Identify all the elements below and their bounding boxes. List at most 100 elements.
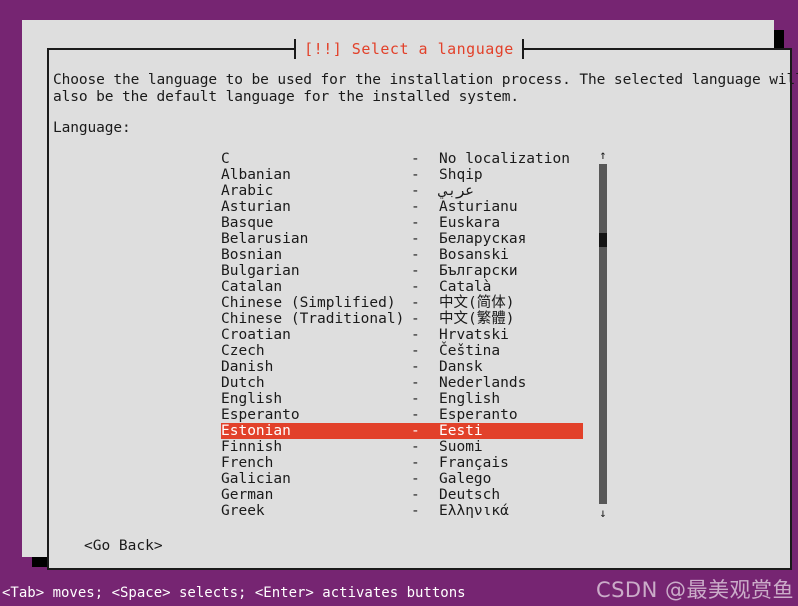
- scroll-down-arrow-icon[interactable]: ↓: [594, 506, 612, 520]
- language-separator: -: [411, 263, 420, 279]
- language-native-name: Shqip: [439, 167, 483, 183]
- language-list-item[interactable]: Arabic - عربي: [221, 183, 583, 199]
- language-list-item[interactable]: Greek - Ελληνικά: [221, 503, 583, 519]
- language-native-name: Suomi: [439, 439, 483, 455]
- scroll-up-arrow-icon[interactable]: ↑: [594, 148, 612, 162]
- language-name: Dutch: [221, 375, 265, 391]
- language-native-name: Nederlands: [439, 375, 527, 391]
- language-native-name: Asturianu: [439, 199, 518, 215]
- language-list-item[interactable]: Esperanto - Esperanto: [221, 407, 583, 423]
- language-native-name: No localization: [439, 151, 570, 167]
- language-native-name: Galego: [439, 471, 492, 487]
- language-field-label: Language:: [53, 120, 131, 136]
- language-name: Catalan: [221, 279, 283, 295]
- language-native-name: English: [439, 391, 501, 407]
- language-native-name: Беларуская: [439, 231, 527, 247]
- language-native-name: عربي: [439, 183, 474, 199]
- language-separator: -: [411, 199, 420, 215]
- language-native-name: Euskara: [439, 215, 501, 231]
- language-name: Basque: [221, 215, 274, 231]
- language-separator: -: [411, 471, 420, 487]
- language-name: Albanian: [221, 167, 291, 183]
- description-line-1: Choose the language to be used for the i…: [53, 72, 798, 88]
- go-back-button[interactable]: <Go Back>: [84, 538, 163, 554]
- language-name: Chinese (Traditional): [221, 311, 405, 327]
- language-list-item[interactable]: Croatian - Hrvatski: [221, 327, 583, 343]
- language-separator: -: [411, 439, 420, 455]
- language-separator: -: [411, 327, 420, 343]
- language-list-item[interactable]: Galician - Galego: [221, 471, 583, 487]
- language-list-item[interactable]: Chinese (Traditional) - 中文(繁體): [221, 311, 583, 327]
- language-name: Chinese (Simplified): [221, 295, 396, 311]
- language-name: French: [221, 455, 274, 471]
- language-separator: -: [411, 167, 420, 183]
- language-list-item[interactable]: Belarusian - Беларуская: [221, 231, 583, 247]
- language-separator: -: [411, 455, 420, 471]
- language-separator: -: [411, 407, 420, 423]
- language-list-item[interactable]: Danish - Dansk: [221, 359, 583, 375]
- language-name: Bulgarian: [221, 263, 300, 279]
- language-list-item[interactable]: Czech - Čeština: [221, 343, 583, 359]
- watermark: CSDN @最美观赏鱼: [595, 578, 794, 602]
- language-native-name: Català: [439, 279, 492, 295]
- language-separator: -: [411, 295, 420, 311]
- language-list-item[interactable]: Albanian - Shqip: [221, 167, 583, 183]
- language-native-name: 中文(繁體): [439, 311, 515, 327]
- language-native-name: Български: [439, 263, 518, 279]
- language-name: Belarusian: [221, 231, 309, 247]
- language-native-name: Bosanski: [439, 247, 509, 263]
- language-native-name: Eesti: [439, 423, 483, 439]
- language-list-item[interactable]: Estonian - Eesti: [221, 423, 583, 439]
- language-separator: -: [411, 311, 420, 327]
- scrollbar-thumb[interactable]: [599, 233, 607, 247]
- language-list-item[interactable]: Finnish - Suomi: [221, 439, 583, 455]
- language-name: German: [221, 487, 274, 503]
- language-list-item[interactable]: French - Français: [221, 455, 583, 471]
- language-native-name: Čeština: [439, 343, 501, 359]
- language-name: English: [221, 391, 283, 407]
- language-separator: -: [411, 343, 420, 359]
- installer-dialog: [!!] Select a language Choose the langua…: [22, 20, 798, 570]
- language-name: Croatian: [221, 327, 291, 343]
- language-name: Finnish: [221, 439, 283, 455]
- language-native-name: Dansk: [439, 359, 483, 375]
- language-list-item[interactable]: German - Deutsch: [221, 487, 583, 503]
- language-list-item[interactable]: English - English: [221, 391, 583, 407]
- language-list-item[interactable]: Dutch - Nederlands: [221, 375, 583, 391]
- language-name: Bosnian: [221, 247, 283, 263]
- language-separator: -: [411, 183, 420, 199]
- language-name: Asturian: [221, 199, 291, 215]
- language-separator: -: [411, 423, 420, 439]
- language-list-item[interactable]: Bosnian - Bosanski: [221, 247, 583, 263]
- language-name: C: [221, 151, 230, 167]
- language-native-name: Esperanto: [439, 407, 518, 423]
- keyboard-hint-text: <Tab> moves; <Space> selects; <Enter> ac…: [2, 585, 466, 601]
- language-native-name: Ελληνικά: [439, 503, 509, 519]
- language-list-item[interactable]: Basque - Euskara: [221, 215, 583, 231]
- language-separator: -: [411, 375, 420, 391]
- language-list-item[interactable]: Bulgarian - Български: [221, 263, 583, 279]
- language-name: Esperanto: [221, 407, 300, 423]
- language-list-item[interactable]: Catalan - Català: [221, 279, 583, 295]
- description-line-2: also be the default language for the ins…: [53, 89, 520, 105]
- language-separator: -: [411, 279, 420, 295]
- language-list-item[interactable]: Chinese (Simplified) - 中文(简体): [221, 295, 583, 311]
- language-list-item[interactable]: Asturian - Asturianu: [221, 199, 583, 215]
- scrollbar-track[interactable]: [599, 164, 607, 504]
- language-list-scrollbar[interactable]: ↑ ↓: [594, 148, 612, 520]
- language-name: Greek: [221, 503, 265, 519]
- language-separator: -: [411, 359, 420, 375]
- language-separator: -: [411, 247, 420, 263]
- language-separator: -: [411, 391, 420, 407]
- language-native-name: 中文(简体): [439, 295, 515, 311]
- language-name: Galician: [221, 471, 291, 487]
- language-list[interactable]: C - No localization Albanian - Shqip Arabic - عر…: [221, 151, 583, 519]
- language-name: Arabic: [221, 183, 274, 199]
- language-list-item[interactable]: C - No localization: [221, 151, 583, 167]
- language-name: Czech: [221, 343, 265, 359]
- language-native-name: Français: [439, 455, 509, 471]
- language-separator: -: [411, 487, 420, 503]
- language-native-name: Deutsch: [439, 487, 501, 503]
- language-native-name: Hrvatski: [439, 327, 509, 343]
- language-separator: -: [411, 231, 420, 247]
